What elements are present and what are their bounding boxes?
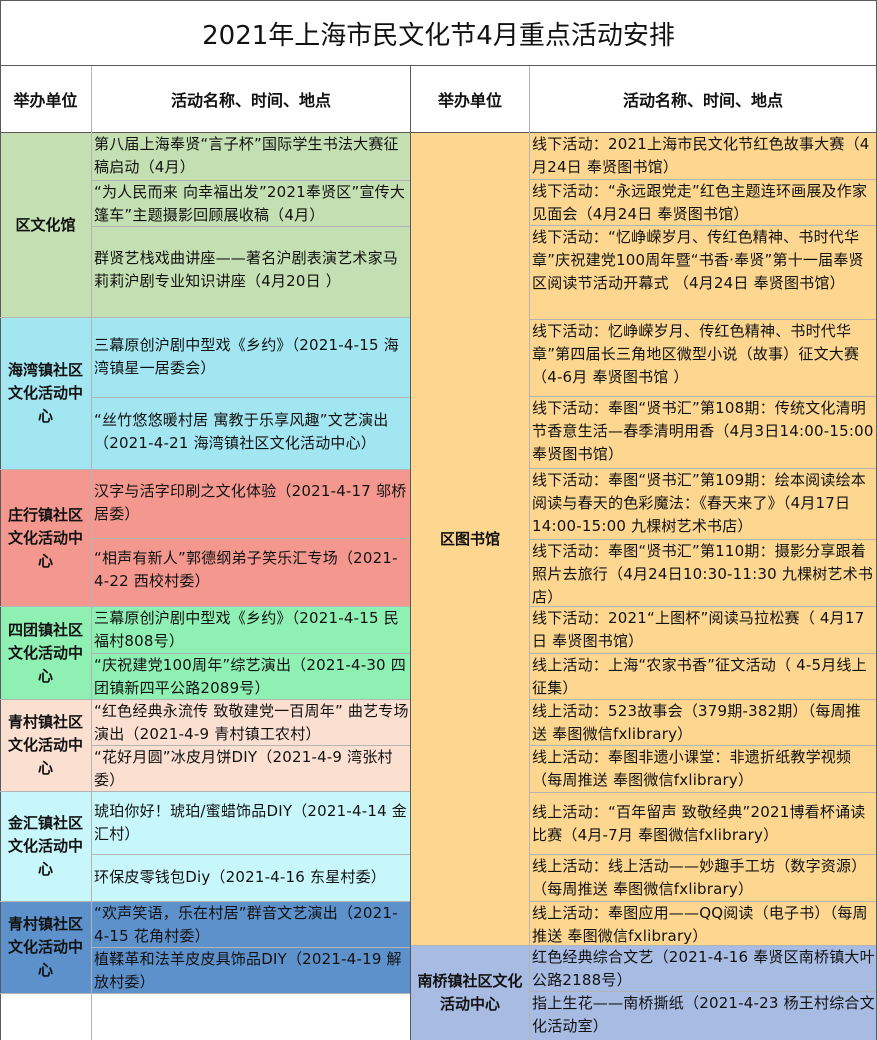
grid-line xyxy=(0,0,1,1040)
unit-cell: 海湾镇社区文化活动中心 xyxy=(0,318,91,469)
activity-cell: “丝竹悠悠暖村居 寓教于乐享风趣”文艺演出（2021-4-21 海湾镇社区文化活… xyxy=(92,398,411,469)
grid-line xyxy=(530,606,876,607)
grid-line xyxy=(530,653,876,654)
grid-line xyxy=(92,745,410,746)
activity-cell: 线下活动：奉图“贤书汇”第108期：传统文化清明节香意生活—春季清明用香（4月3… xyxy=(530,397,877,468)
grid-line xyxy=(92,947,410,948)
activity-cell: 线上活动：奉图非遗小课堂：非遗折纸教学视频（每周推送 奉图微信fxlibrary… xyxy=(530,746,877,792)
grid-line xyxy=(529,66,530,1040)
grid-line xyxy=(530,396,876,397)
activity-cell: 线下活动：2021上海市民文化节红色故事大赛（4月24日 奉贤图书馆） xyxy=(530,133,877,179)
header-unit-right: 举办单位 xyxy=(437,91,502,110)
unit-cell: 区文化馆 xyxy=(0,133,91,317)
grid-line xyxy=(0,993,410,994)
grid-line xyxy=(530,745,876,746)
activity-cell: 红色经典综合文艺（2021-4-16 奉贤区南桥镇大叶公路2188号） xyxy=(530,946,877,991)
unit-cell: 庄行镇社区文化活动中心 xyxy=(0,470,91,606)
unit-cell: 区图书馆 xyxy=(411,133,529,945)
grid-line xyxy=(0,699,410,700)
grid-line xyxy=(0,0,877,1)
activity-cell: “欢声笑语，乐在村居”群音文艺演出（2021-4-15 花角村委） xyxy=(92,902,411,947)
grid-line xyxy=(410,66,411,1040)
activity-cell: 线上活动：523故事会（379期-382期）（每周推送 奉图微信fxlibrar… xyxy=(530,700,877,745)
grid-line xyxy=(530,792,876,793)
activity-cell: 线下活动：“永远跟党走”红色主题连环画展及作家见面会（4月24日 奉贤图书馆） xyxy=(530,180,877,225)
schedule-sheet: 2021年上海市民文化节4月重点活动安排 举办单位 活动名称、时间、地点 举办单… xyxy=(0,0,877,1040)
header-unit-left: 举办单位 xyxy=(13,91,78,110)
grid-line xyxy=(0,791,410,792)
header-activity-right: 活动名称、时间、地点 xyxy=(622,91,783,110)
grid-line xyxy=(530,539,876,540)
header-activity-left: 活动名称、时间、地点 xyxy=(170,91,331,110)
grid-line xyxy=(530,901,876,902)
activity-cell: “花好月圆”冰皮月饼DIY（2021-4-9 湾张村委） xyxy=(92,746,411,791)
grid-line xyxy=(530,179,876,180)
activity-cell: 线上活动：奉图应用——QQ阅读（电子书）（每周推送 奉图微信fxlibrary） xyxy=(530,902,877,945)
grid-line xyxy=(411,945,876,946)
activity-cell: 第八届上海奉贤“言子杯”国际学生书法大赛征稿启动（4月） xyxy=(92,133,411,180)
activity-cell: “为人民而来 向幸福出发”2021奉贤区”宣传大篷车”主题摄影回顾展收稿（4月） xyxy=(92,181,411,226)
grid-line xyxy=(92,397,410,398)
activity-cell: 琥珀你好！琥珀/蜜蜡饰品DIY（2021-4-14 金汇村） xyxy=(92,792,411,854)
activity-cell: 三幕原创沪剧中型戏《乡约》（2021-4-15 民福村808号） xyxy=(92,607,411,653)
activity-cell: 线上活动：“百年留声 致敬经典”2021博看杯诵读比赛（4月-7月 奉图微信fx… xyxy=(530,793,877,854)
activity-cell: 线下活动：“忆峥嵘岁月、传红色精神、书时代华章”庆祝建党100周年暨“书香·奉贤… xyxy=(530,226,877,319)
grid-line xyxy=(92,180,410,181)
grid-line xyxy=(0,317,410,318)
activity-cell: 线下活动：奉图“贤书汇”第110期：摄影分享跟着照片去旅行（4月24日10:30… xyxy=(530,540,877,606)
unit-cell: 金汇镇社区文化活动中心 xyxy=(0,792,91,901)
activity-cell: 指上生花——南桥撕纸（2021-4-23 杨王村综合文化活动室） xyxy=(530,992,877,1040)
unit-cell: 四团镇社区文化活动中心 xyxy=(0,607,91,699)
unit-cell: 青村镇社区文化活动中心 xyxy=(0,700,91,791)
grid-line xyxy=(0,606,410,607)
grid-line xyxy=(92,653,410,654)
unit-cell: 南桥镇社区文化活动中心 xyxy=(411,946,529,1040)
activity-cell: “红色经典永流传 致敬建党一百周年” 曲艺专场演出（2021-4-9 青村镇工农… xyxy=(92,700,411,745)
grid-line xyxy=(91,66,92,1040)
grid-line xyxy=(530,468,876,469)
activity-cell: 植鞣革和法羊皮皮具饰品DIY（2021-4-19 解放村委） xyxy=(92,948,411,993)
activity-cell: 群贤艺栈戏曲讲座——著名沪剧表演艺术家马莉莉沪剧专业知识讲座（4月20日 ） xyxy=(92,227,411,317)
grid-line xyxy=(92,538,410,539)
grid-line xyxy=(530,225,876,226)
grid-line xyxy=(92,854,410,855)
grid-line xyxy=(0,469,410,470)
grid-line xyxy=(0,901,410,902)
grid-line xyxy=(92,226,410,227)
activity-cell: 线上活动：线上活动——妙趣手工坊（数字资源）（每周推送 奉图微信fxlibrar… xyxy=(530,855,877,901)
grid-line xyxy=(530,854,876,855)
activity-cell: 环保皮零钱包Diy（2021-4-16 东星村委） xyxy=(92,855,411,901)
activity-cell: “庆祝建党100周年”综艺演出（2021-4-30 四团镇新四平公路2089号） xyxy=(92,654,411,699)
sheet-title: 2021年上海市民文化节4月重点活动安排 xyxy=(202,20,675,51)
grid-line xyxy=(530,319,876,320)
grid-line xyxy=(530,991,876,992)
activity-cell: 线下活动：忆峥嵘岁月、传红色精神、书时代华章”第四届长三角地区微型小说（故事）征… xyxy=(530,320,877,396)
grid-line xyxy=(0,132,877,133)
grid-line xyxy=(530,699,876,700)
activity-cell: “相声有新人”郭德纲弟子笑乐汇专场（2021-4-22 西校村委） xyxy=(92,539,411,606)
activity-cell: 汉字与活字印刷之文化体验（2021-4-17 邬桥居委） xyxy=(92,470,411,538)
activity-cell: 线下活动：奉图“贤书汇”第109期：绘本阅读绘本阅读与春天的色彩魔法：《春天来了… xyxy=(530,469,877,539)
activity-cell: 三幕原创沪剧中型戏《乡约》（2021-4-15 海湾镇星一居委会） xyxy=(92,318,411,397)
activity-cell: 线上活动：上海“农家书香”征文活动（ 4-5月线上征集） xyxy=(530,654,877,699)
grid-line xyxy=(0,65,877,66)
unit-cell: 青村镇社区文化活动中心 xyxy=(0,902,91,993)
activity-cell: 线下活动：2021“上图杯”阅读马拉松赛（ 4月17日 奉贤图书馆） xyxy=(530,607,877,653)
